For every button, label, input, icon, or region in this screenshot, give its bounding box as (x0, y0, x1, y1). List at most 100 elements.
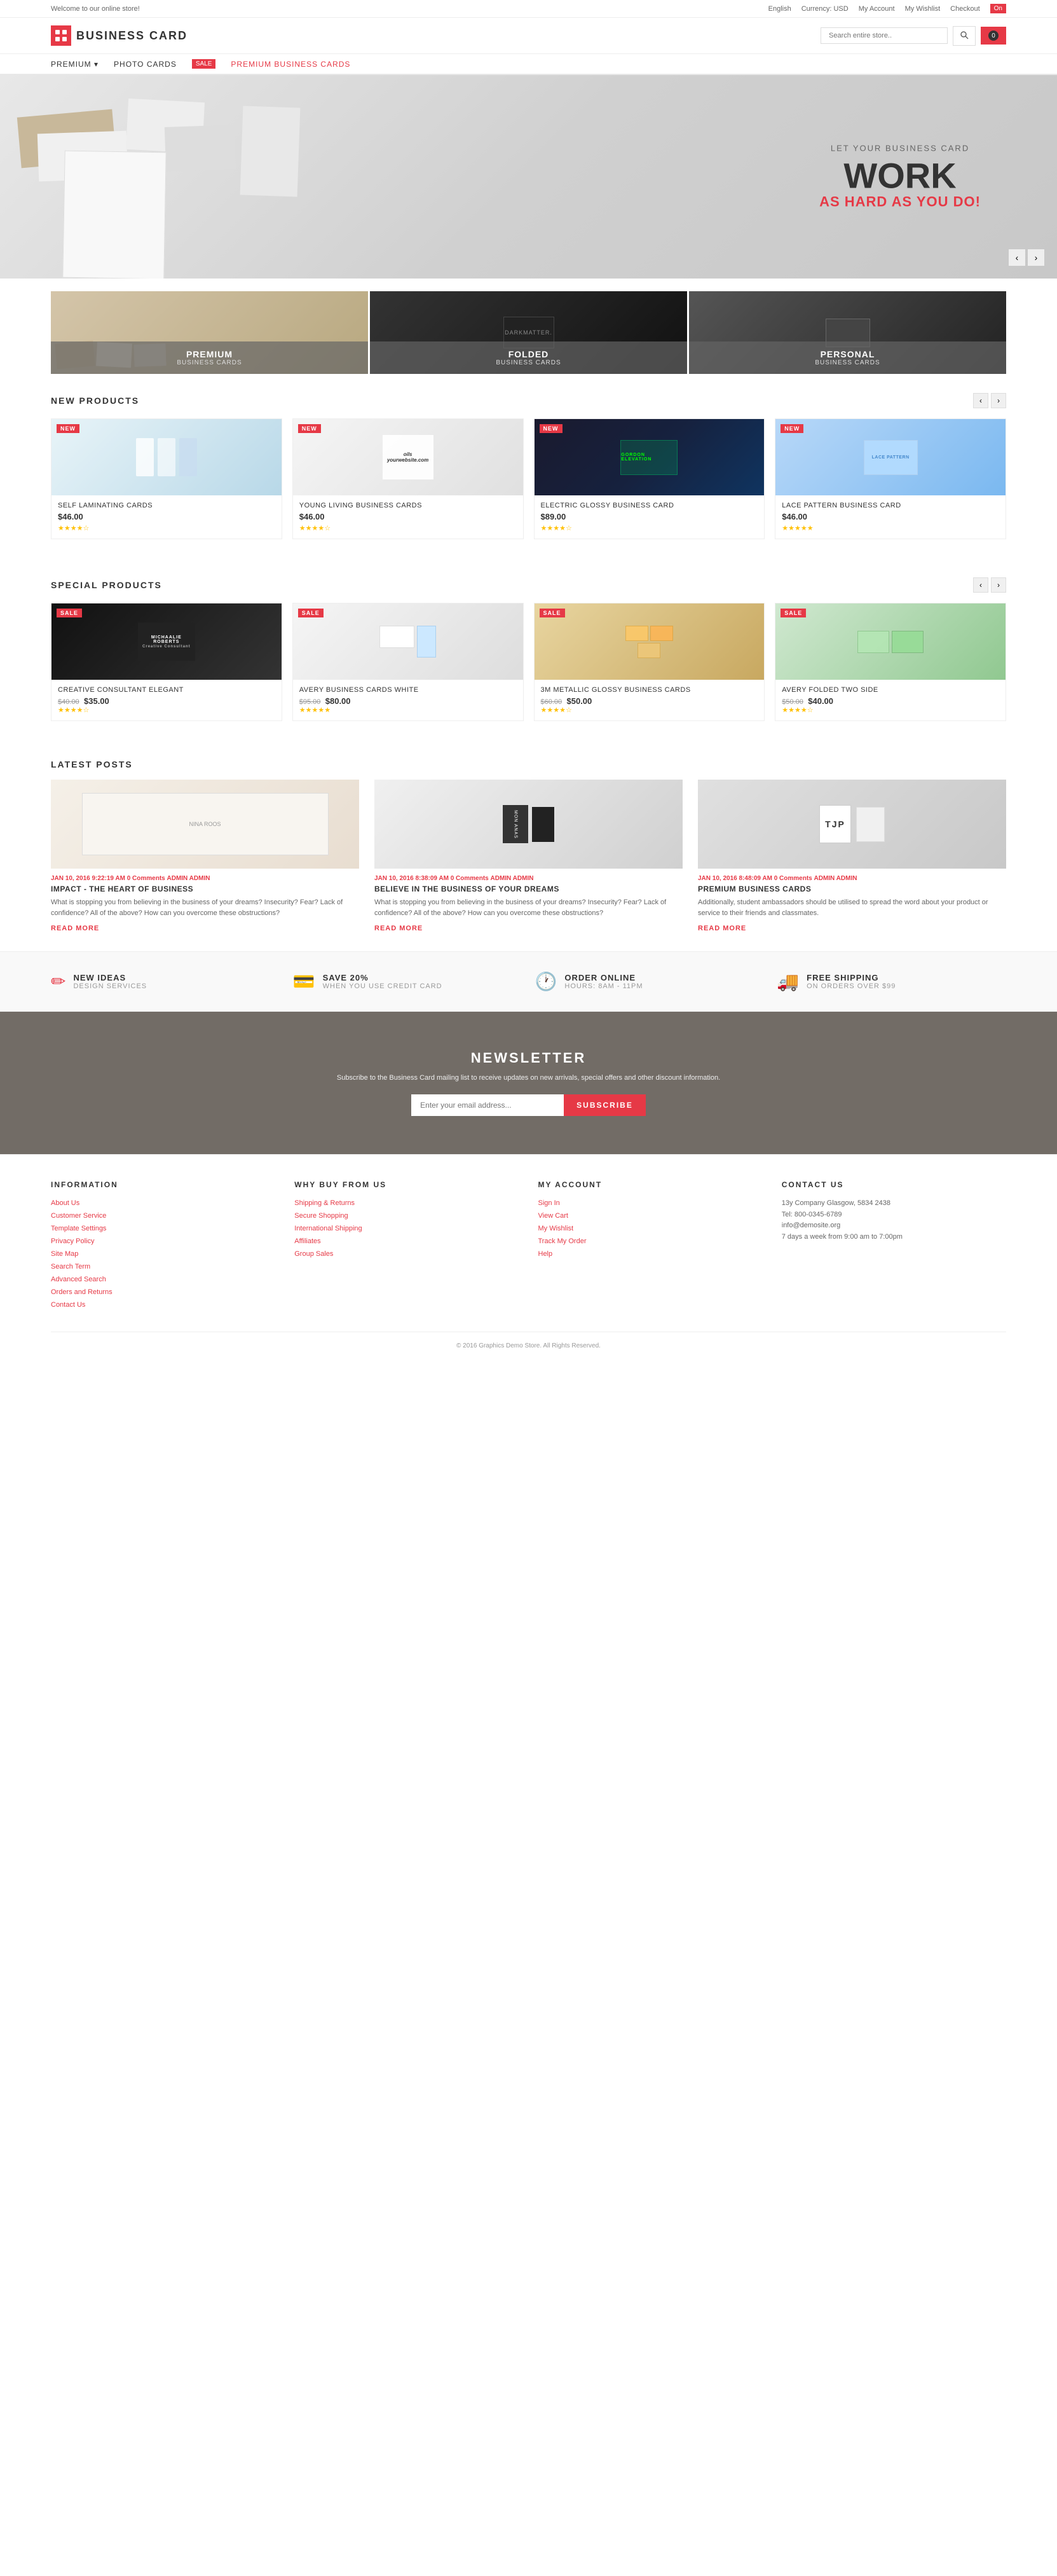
search-input[interactable] (821, 27, 948, 44)
category-premium[interactable]: PREMIUM BUSINESS CARDS (51, 291, 368, 374)
post-card-2[interactable]: MON ANAS JAN 10, 2016 8:38:09 AM 0 Comme… (374, 780, 683, 932)
my-account-link[interactable]: My Account (859, 5, 895, 13)
newsletter-email-input[interactable] (411, 1094, 564, 1116)
footer-my-account: MY ACCOUNT Sign In View Cart My Wishlist… (538, 1180, 763, 1312)
post-excerpt-2: What is stopping you from believing in t… (374, 897, 683, 918)
special-card-3[interactable]: SALE 3M METALLIC GLOSSY BUSINESS CARDS $… (534, 603, 765, 721)
special-stars-1: ★★★★☆ (58, 706, 275, 714)
product-info-2: YOUNG LIVING BUSINESS CARDS $46.00 ★★★★☆ (293, 495, 523, 539)
product-badge-2: NEW (298, 424, 321, 433)
footer-link-sitemap[interactable]: Site Map (51, 1250, 78, 1258)
logo[interactable]: BUSINESS CARD (51, 25, 188, 46)
special-products-grid: SALE MICHAALIE ROBERTSCreative Consultan… (51, 603, 1006, 721)
footer-link-orders-returns[interactable]: Orders and Returns (51, 1288, 113, 1296)
footer-link-privacy[interactable]: Privacy Policy (51, 1237, 94, 1245)
product-card-2[interactable]: NEW oilsyourwebsite.com YOUNG LIVING BUS… (292, 418, 524, 539)
search-button[interactable] (953, 26, 976, 46)
nav-premium-cards[interactable]: PREMIUM BUSINESS CARDS (231, 60, 350, 69)
product-card-1[interactable]: NEW SELF LAMINATING CARDS $46.00 ★★★★☆ (51, 418, 282, 539)
product-name-4: LACE PATTERN BUSINESS CARD (782, 502, 999, 509)
footer-link-secure-shopping[interactable]: Secure Shopping (294, 1212, 348, 1220)
special-price-row-3: $60.00 $50.00 (541, 696, 758, 706)
post-image-2: MON ANAS (374, 780, 683, 869)
post-meta-3: JAN 10, 2016 8:48:09 AM 0 Comments ADMIN… (698, 875, 1006, 882)
product-price-3: $89.00 (541, 512, 758, 521)
special-image-1: SALE MICHAALIE ROBERTSCreative Consultan… (51, 603, 282, 680)
special-stars-2: ★★★★★ (299, 706, 517, 714)
nav-sale-badge[interactable]: SALE (192, 59, 216, 69)
footer-link-advanced-search[interactable]: Advanced Search (51, 1276, 106, 1283)
logo-svg (55, 29, 67, 42)
post-meta-2: JAN 10, 2016 8:38:09 AM 0 Comments ADMIN… (374, 875, 683, 882)
footer-my-account-links: Sign In View Cart My Wishlist Track My O… (538, 1198, 763, 1258)
special-name-2: AVERY BUSINESS CARDS WHITE (299, 686, 517, 694)
special-card-1[interactable]: SALE MICHAALIE ROBERTSCreative Consultan… (51, 603, 282, 721)
feature-save: 💳 SAVE 20% WHEN YOU USE CREDIT CARD (293, 971, 522, 992)
footer-link-shipping-returns[interactable]: Shipping & Returns (294, 1199, 355, 1207)
my-wishlist-link[interactable]: My Wishlist (905, 5, 941, 13)
footer-address: 13y Company Glasgow, 5834 2438 (782, 1198, 1006, 1209)
cart-button[interactable]: 0 (981, 27, 1006, 45)
pencil-icon: ✏ (51, 971, 65, 992)
special-products-next[interactable]: › (991, 577, 1006, 593)
special-name-4: AVERY FOLDED TWO SIDE (782, 686, 999, 694)
footer-link-view-cart[interactable]: View Cart (538, 1212, 568, 1220)
cat-overlay-personal: PERSONAL BUSINESS CARDS (689, 341, 1006, 374)
checkout-link[interactable]: Checkout (950, 5, 979, 13)
product-name-2: YOUNG LIVING BUSINESS CARDS (299, 502, 517, 509)
nav-premium[interactable]: PREMIUM ▾ (51, 60, 99, 69)
footer-link-customer-service[interactable]: Customer Service (51, 1212, 106, 1220)
footer-link-search-term[interactable]: Search Term (51, 1263, 90, 1271)
product-card-4[interactable]: NEW LACE PATTERN LACE PATTERN BUSINESS C… (775, 418, 1006, 539)
newsletter-subscribe-button[interactable]: SUBSCRIBE (564, 1094, 646, 1116)
new-products-next[interactable]: › (991, 393, 1006, 408)
footer-link-international-shipping[interactable]: International Shipping (294, 1225, 362, 1232)
footer-link-template-settings[interactable]: Template Settings (51, 1225, 106, 1232)
special-image-2: SALE (293, 603, 523, 680)
post-card-1[interactable]: NINA ROOS JAN 10, 2016 9:22:19 AM 0 Comm… (51, 780, 359, 932)
footer-grid: INFORMATION About Us Customer Service Te… (51, 1180, 1006, 1312)
lang-selector[interactable]: English (768, 5, 791, 13)
product-name-3: ELECTRIC GLOSSY BUSINESS CARD (541, 502, 758, 509)
footer-link-track-order[interactable]: Track My Order (538, 1237, 587, 1245)
cat-title-folded: FOLDED (378, 349, 679, 359)
read-more-3[interactable]: READ MORE (698, 925, 746, 932)
newsletter-title: NEWSLETTER (51, 1050, 1006, 1066)
special-price-2: $80.00 (325, 696, 351, 706)
read-more-1[interactable]: READ MORE (51, 925, 99, 932)
new-products-prev[interactable]: ‹ (973, 393, 988, 408)
special-card-4[interactable]: SALE AVERY FOLDED TWO SIDE $50.00 $40.00… (775, 603, 1006, 721)
latest-posts-title: Latest Posts (51, 759, 133, 769)
feature-order-online: 🕐 ORDER ONLINE HOURS: 8AM - 11PM (535, 971, 765, 992)
footer-contact: CONTACT US 13y Company Glasgow, 5834 243… (782, 1180, 1006, 1312)
read-more-2[interactable]: READ MORE (374, 925, 423, 932)
nav-photo-cards[interactable]: PHOTO CARDS (114, 60, 177, 69)
footer-link-my-wishlist[interactable]: My Wishlist (538, 1225, 574, 1232)
footer-link-help[interactable]: Help (538, 1250, 553, 1258)
special-price-old-2: $95.00 (299, 698, 321, 706)
footer-link-about[interactable]: About Us (51, 1199, 79, 1207)
currency-selector[interactable]: Currency: USD (801, 5, 849, 13)
special-card-2[interactable]: SALE AVERY BUSINESS CARDS WHITE $95.00 $… (292, 603, 524, 721)
footer-link-sign-in[interactable]: Sign In (538, 1199, 560, 1207)
footer-link-group-sales[interactable]: Group Sales (294, 1250, 333, 1258)
header-search-area: 0 (821, 26, 1006, 46)
hero-prev-button[interactable]: ‹ (1009, 249, 1025, 266)
top-bar: Welcome to our online store! English Cur… (0, 0, 1057, 18)
special-info-2: AVERY BUSINESS CARDS WHITE $95.00 $80.00… (293, 680, 523, 720)
product-image-2: NEW oilsyourwebsite.com (293, 419, 523, 495)
footer-link-contact[interactable]: Contact Us (51, 1301, 85, 1309)
product-card-3[interactable]: NEW GORDON ELEVATION ELECTRIC GLOSSY BUS… (534, 418, 765, 539)
special-products-prev[interactable]: ‹ (973, 577, 988, 593)
hero-card-2 (165, 125, 236, 172)
post-comments-3: 0 Comments (774, 875, 812, 882)
footer-link-affiliates[interactable]: Affiliates (294, 1237, 320, 1245)
hero-next-button[interactable]: › (1028, 249, 1044, 266)
footer-copyright: © 2016 Graphics Demo Store. All Rights R… (51, 1332, 1006, 1349)
category-personal[interactable]: PERSONAL BUSINESS CARDS (689, 291, 1006, 374)
special-stars-3: ★★★★☆ (541, 706, 758, 714)
newsletter-description: Subscribe to the Business Card mailing l… (51, 1074, 1006, 1082)
category-folded[interactable]: DARKMATTER. FOLDED BUSINESS CARDS (370, 291, 687, 374)
cat-title-personal: PERSONAL (697, 349, 999, 359)
post-card-3[interactable]: TJP JAN 10, 2016 8:48:09 AM 0 Comments A… (698, 780, 1006, 932)
